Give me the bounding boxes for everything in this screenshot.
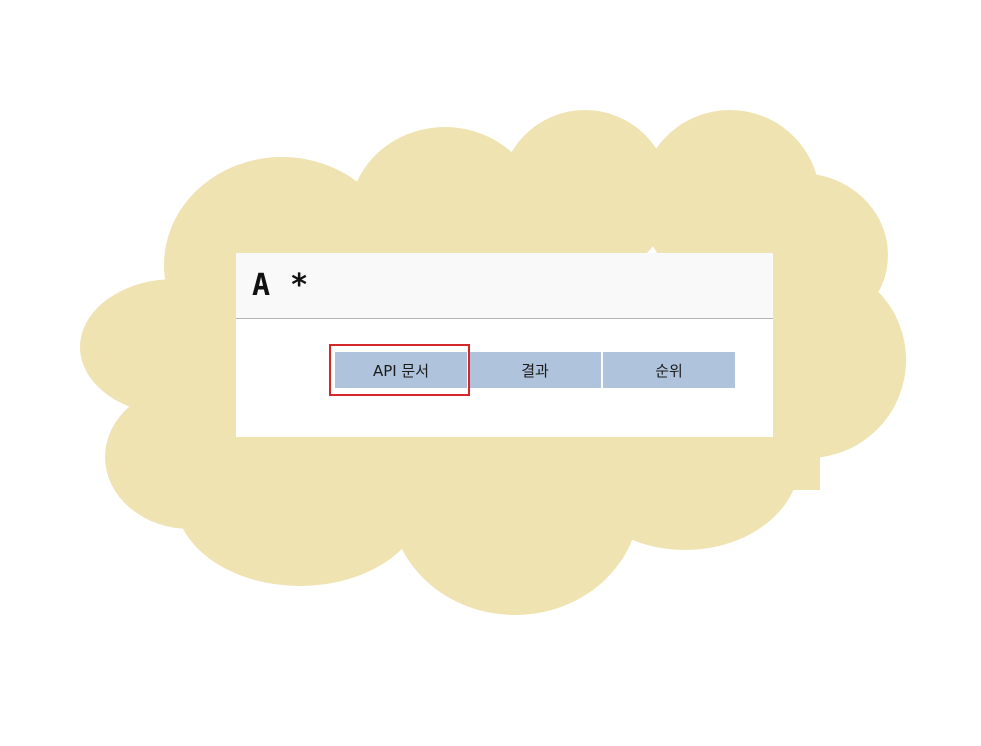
nav-button-api-docs[interactable]: API 문서: [335, 352, 467, 388]
nav-bar: API 문서 결과 순위: [335, 352, 735, 388]
app-title: A *: [252, 268, 310, 303]
app-panel: A * API 문서 결과 순위: [236, 253, 773, 437]
nav-button-ranking[interactable]: 순위: [603, 352, 735, 388]
screen: A * API 문서 결과 순위: [0, 0, 981, 746]
nav-button-results[interactable]: 결과: [469, 352, 601, 388]
panel-header: A *: [236, 253, 773, 319]
